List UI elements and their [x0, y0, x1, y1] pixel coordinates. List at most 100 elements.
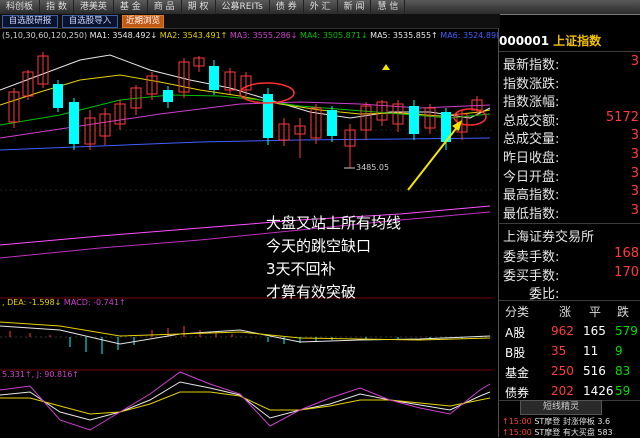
kdj-k-line	[0, 381, 491, 421]
ma1-value: MA1: 3548.492↓	[89, 31, 158, 40]
candle	[327, 110, 337, 136]
quote-row: 指数涨跌:	[503, 73, 639, 92]
index-code: 000001	[499, 34, 550, 48]
candle	[69, 102, 79, 144]
panel-title: 000001 上证指数	[499, 32, 640, 50]
exchange-name: 上海证券交易所	[503, 230, 595, 245]
menu-item[interactable]: 外 汇	[304, 0, 338, 14]
group-up-count: 35	[551, 344, 567, 358]
group-up-count: 250	[551, 364, 574, 378]
buy-volume-label: 委买手数:	[503, 269, 560, 284]
group-name: A股	[505, 326, 526, 340]
group-down-count: 59	[615, 384, 631, 398]
ma-params: (5,10,30,60,120,250)	[2, 31, 88, 40]
quote-value: 3	[630, 147, 639, 162]
quote-label: 指数涨幅:	[503, 95, 560, 111]
buy-volume-value: 170	[614, 265, 639, 280]
market-breadth-table: 分类 涨 平 跌 A股 962 165 579 B股 35 11 9 基金 250 516 83 债券 2…	[499, 303, 640, 400]
macd-value: MACD: -0.741↑	[63, 298, 126, 307]
quick-tab-bar: 自选股研报 自选股导入 近期浏览	[0, 14, 500, 29]
kline-chart-area[interactable]: (5,10,30,60,120,250) MA1: 3548.492↓ MA2:…	[0, 28, 501, 437]
quote-label: 今日开盘:	[503, 169, 560, 185]
quote-label: 总成交量:	[503, 132, 560, 148]
short-term-sprite-button[interactable]: 短线精灵	[520, 400, 602, 415]
quote-row: 最新指数: 3	[503, 54, 639, 73]
group-flat-count: 516	[583, 364, 606, 378]
group-flat-count: 11	[583, 344, 599, 358]
quote-value: 3	[630, 202, 639, 218]
candle	[163, 90, 173, 102]
kdj-j-line	[0, 371, 491, 431]
header-up: 涨	[559, 305, 572, 319]
menu-item[interactable]: 慧 信	[371, 0, 406, 14]
quote-value: 3	[630, 54, 639, 69]
annotation-line-1: 大盘又站上所有均线	[266, 214, 402, 232]
group-flat-count: 165	[583, 324, 606, 338]
dea-value: , DEA: -1.598↓	[2, 298, 62, 307]
quote-label: 最低指数:	[503, 206, 560, 222]
buy-volume-row: 委买手数: 170	[503, 265, 639, 284]
menu-item[interactable]: 基 金	[114, 0, 148, 14]
group-flat-count: 1426	[583, 384, 614, 398]
annotation-text: 大盘又站上所有均线 今天的跳空缺口 3天不回补 才算有效突破	[266, 212, 401, 304]
quote-row: 今日开盘: 3	[503, 166, 639, 185]
menu-item[interactable]: 新 闻	[338, 0, 372, 14]
ma6-value: MA6: 3524.898	[440, 31, 502, 40]
menu-item[interactable]: 科创板	[0, 0, 41, 14]
quote-value: 3	[630, 128, 639, 144]
alert-row-1[interactable]: ↑15:00 ST摩登 封涨停板 3.6	[502, 416, 610, 427]
ma4-value: MA4: 3505.871↓	[300, 31, 368, 40]
menu-item[interactable]: 期 权	[182, 0, 216, 14]
header-down: 跌	[617, 305, 630, 319]
kdj-value: 5.331↑, J: 90.816↑	[2, 370, 79, 379]
menu-item[interactable]: 商 品	[148, 0, 182, 14]
ma3-value: MA3: 3555.286↓	[229, 31, 298, 40]
macd-info-bar: , DEA: -1.598↓ MACD: -0.741↑	[2, 298, 126, 307]
group-name: 基金	[505, 366, 530, 380]
header-category: 分类	[505, 305, 530, 319]
group-up-count: 202	[551, 384, 574, 398]
quote-row: 总成交量: 3	[503, 128, 639, 148]
quote-panel: 000001 上证指数 最新指数: 3 指数涨跌: 指数涨幅: 总成交额: 5172 总成交量…	[498, 28, 640, 437]
tab-recent-browse[interactable]: 近期浏览	[122, 15, 164, 28]
group-down-count: 9	[615, 344, 623, 358]
annotation-arrow	[407, 125, 459, 191]
ratio-row: 委比:	[503, 283, 639, 302]
ma-line-pink-long	[0, 205, 491, 246]
quote-label: 最高指数:	[503, 188, 560, 204]
quote-label: 指数涨跌:	[503, 76, 560, 92]
sell-volume-row: 委卖手数: 168	[503, 246, 639, 265]
quote-value: 5172	[605, 109, 639, 125]
annotation-line-2: 今天的跳空缺口	[266, 237, 372, 255]
sell-volume-label: 委卖手数:	[503, 250, 560, 265]
tab-watchlist-import[interactable]: 自选股导入	[62, 15, 118, 28]
menu-item[interactable]: 指 数	[40, 0, 74, 14]
ma5-value: MA5: 3535.855↑	[370, 31, 438, 40]
ma-info-bar: (5,10,30,60,120,250) MA1: 3548.492↓ MA2:…	[2, 31, 501, 40]
group-name: B股	[505, 346, 526, 360]
tab-watchlist-reports[interactable]: 自选股研报	[2, 15, 58, 28]
low-price-label: 3485.05	[356, 163, 390, 172]
quote-label: 总成交额:	[503, 113, 560, 129]
menu-item[interactable]: 债 券	[270, 0, 304, 14]
menu-item[interactable]: 港美英	[74, 0, 114, 14]
candle	[209, 66, 219, 90]
quote-row: 昨日收盘: 3	[503, 147, 639, 166]
ratio-label: 委比:	[529, 287, 560, 302]
signal-marker-icon	[382, 64, 390, 70]
group-down-count: 83	[615, 364, 631, 378]
sell-volume-value: 168	[614, 246, 639, 261]
group-down-count: 579	[615, 324, 638, 338]
index-name: 上证指数	[553, 34, 602, 48]
quote-label: 昨日收盘:	[503, 151, 560, 166]
ma-line-purple-long	[0, 211, 491, 259]
candle	[53, 84, 63, 108]
quote-label: 最新指数:	[503, 58, 560, 73]
menu-item[interactable]: 公募REITs	[216, 0, 270, 14]
quote-row: 总成交额: 5172	[503, 109, 639, 129]
annotation-line-3: 3天不回补	[266, 260, 336, 278]
quote-row: 最低指数: 3	[503, 202, 639, 222]
kdj-d-line	[0, 391, 491, 415]
candle	[409, 106, 419, 134]
alert-row-2[interactable]: ↑15:00 ST摩登 有大买盘 583	[502, 427, 613, 438]
